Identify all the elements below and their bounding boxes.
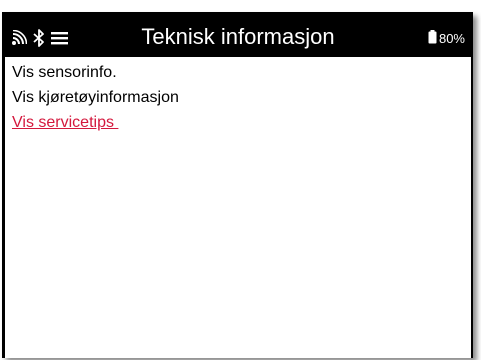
battery-level: 80% [438,31,465,46]
signal-icon [11,30,27,46]
battery-indicator: 80% [428,30,465,48]
menu-item-sensor-info[interactable]: Vis sensorinfo. [12,60,461,85]
menu-list: Vis sensorinfo. Vis kjøretøyinformasjon … [12,60,461,135]
title-bar: Teknisk informasjon 80% [5,15,471,57]
menu-icon[interactable] [51,30,69,46]
status-icons [11,28,69,48]
menu-item-vehicle-info[interactable]: Vis kjøretøyinformasjon [12,85,461,110]
page-title: Teknisk informasjon [141,24,335,49]
menu-item-service-tips[interactable]: Vis servicetips [12,110,461,135]
device-screen: Teknisk informasjon 80% Vis sensorinfo. … [2,12,473,358]
battery-icon [428,30,437,48]
bluetooth-icon [33,29,45,47]
